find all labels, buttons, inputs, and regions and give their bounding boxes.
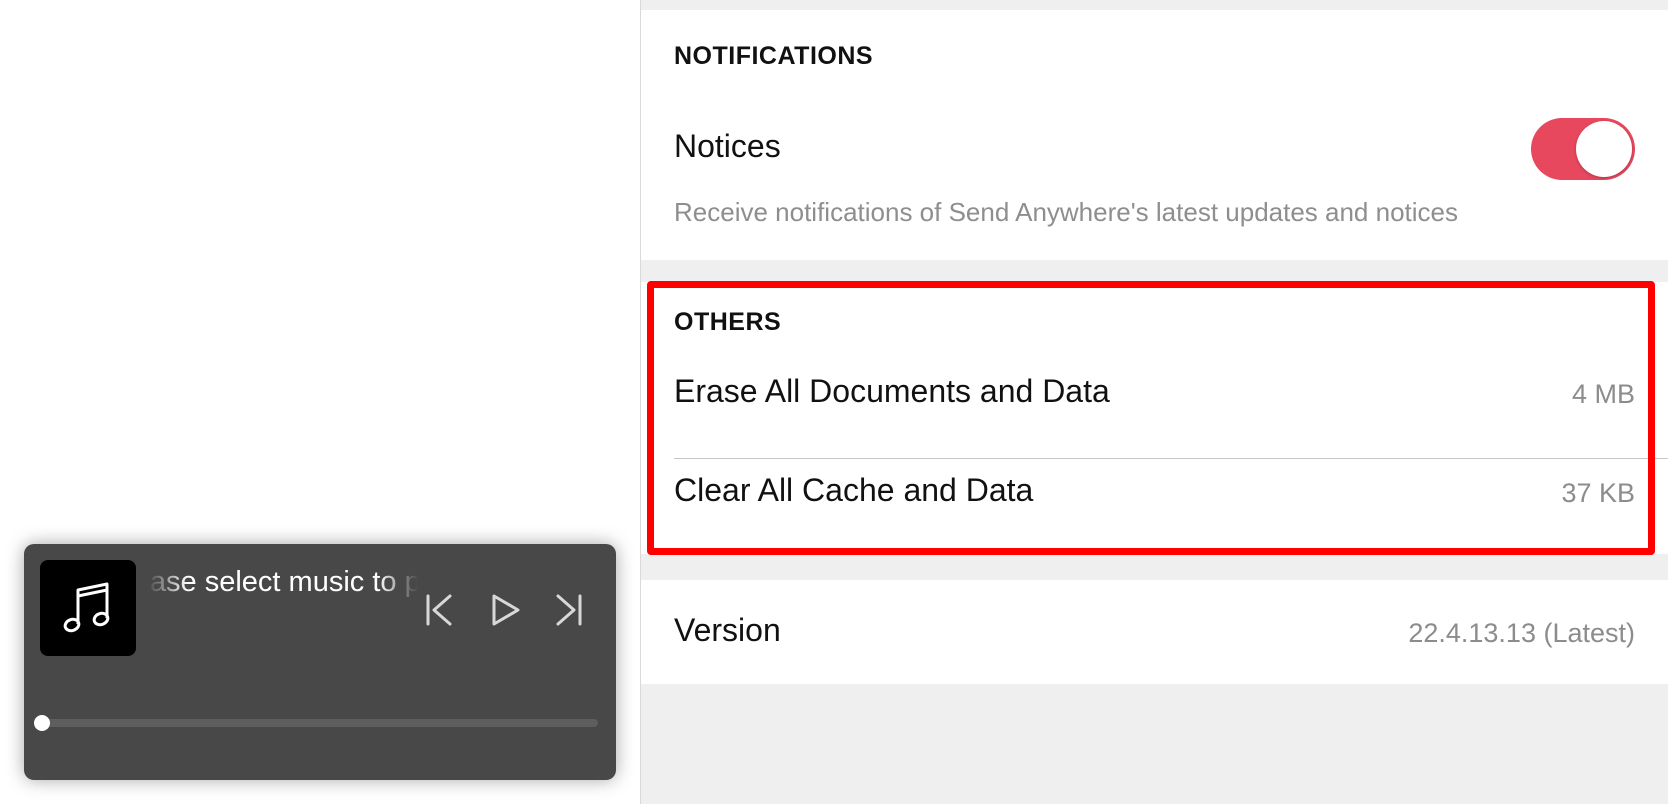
skip-previous-icon [426,594,452,626]
skip-next-icon [556,594,582,626]
notices-label: Notices [674,128,781,164]
notifications-header: NOTIFICATIONS [674,42,874,70]
track-title: Please select music to play [148,566,418,598]
version-value: 22.4.13.13 (Latest) [1408,618,1635,648]
track-title-marquee: Please select music to play [148,562,418,602]
play-icon [492,594,520,626]
notifications-section: NOTIFICATIONS Notices Receive notificati… [641,10,1668,260]
previous-button[interactable] [418,588,462,632]
progress-handle[interactable] [34,715,50,731]
music-player: Please select music to play [24,544,616,780]
next-button[interactable] [546,588,590,632]
music-note-icon [63,582,110,633]
notices-description: Receive notifications of Send Anywhere's… [674,197,1458,227]
progress-bar[interactable] [34,715,598,731]
play-button[interactable] [482,588,526,632]
notices-toggle[interactable] [1531,118,1635,180]
version-section: Version 22.4.13.13 (Latest) [641,580,1668,684]
album-art [40,560,136,656]
version-label: Version [674,612,781,648]
toggle-knob [1576,121,1632,177]
highlight-box [647,281,1655,555]
